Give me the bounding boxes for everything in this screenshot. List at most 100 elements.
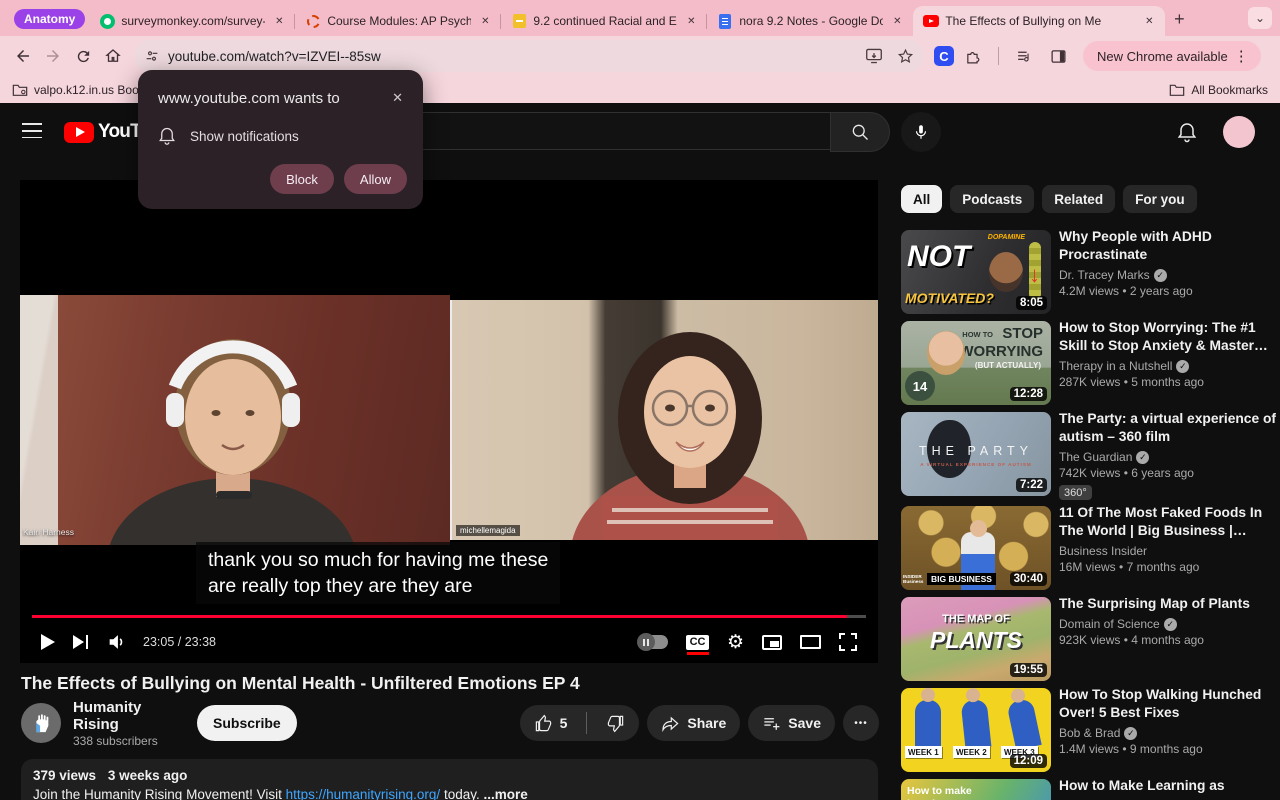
video-thumbnail[interactable]: WEEK 1 WEEK 2 WEEK 3 12:09: [901, 688, 1051, 772]
progress-bar[interactable]: [32, 615, 866, 618]
next-button[interactable]: [64, 624, 97, 660]
cast-icon[interactable]: [865, 48, 883, 64]
tab-group-anatomy[interactable]: Anatomy: [14, 9, 86, 29]
home-button[interactable]: [98, 41, 128, 71]
suggested-video-title[interactable]: How to Stop Worrying: The #1 Skill to St…: [1059, 319, 1280, 355]
suggested-video-title[interactable]: The Party: a virtual experience of autis…: [1059, 410, 1280, 446]
site-settings-icon[interactable]: [144, 48, 160, 64]
chip-podcasts[interactable]: Podcasts: [950, 185, 1035, 213]
show-more-button[interactable]: ...more: [483, 787, 527, 800]
address-bar[interactable]: youtube.com/watch?v=IZVEI--85sw: [134, 40, 924, 72]
tab-close-icon[interactable]: ✕: [683, 13, 699, 29]
video-thumbnail[interactable]: How to make learning as: [901, 779, 1051, 800]
description-link[interactable]: https://humanityrising.org/: [286, 787, 441, 800]
tab-close-icon[interactable]: ✕: [1141, 13, 1157, 29]
suggested-channel[interactable]: Dr. Tracey Marks ✓: [1059, 268, 1280, 282]
suggestion-item[interactable]: INSIDER Business BIG BUSINESS 30:40 11 O…: [901, 504, 1280, 594]
chip-all[interactable]: All: [901, 185, 943, 213]
like-button[interactable]: 5: [520, 705, 580, 741]
bookmark-star-icon[interactable]: [897, 48, 914, 65]
suggestion-item[interactable]: HOW TO STOP WORRYING (BUT ACTUALLY) 14 1…: [901, 319, 1280, 409]
video-thumbnail[interactable]: NOT MOTIVATED? DOPAMINE ↓ 8:05: [901, 230, 1051, 314]
allow-button[interactable]: Allow: [343, 164, 407, 194]
suggested-channel[interactable]: The Guardian ✓: [1059, 450, 1280, 464]
search-input[interactable]: [400, 112, 830, 150]
tab-notes-doc[interactable]: 9.2 continued Racial and Eth ✕: [501, 6, 708, 36]
suggested-video-title[interactable]: The Surprising Map of Plants: [1059, 595, 1280, 613]
duration-badge: 12:28: [1009, 387, 1047, 401]
block-button[interactable]: Block: [270, 164, 334, 194]
tab-youtube-active[interactable]: The Effects of Bullying on Me ✕: [913, 6, 1166, 36]
share-button[interactable]: Share: [647, 705, 741, 741]
theater-mode-button[interactable]: [791, 624, 830, 660]
video-thumbnail[interactable]: THE PARTY A VIRTUAL EXPERIENCE OF AUTISM…: [901, 412, 1051, 496]
chrome-update-button[interactable]: New Chrome available ⋮: [1083, 41, 1261, 71]
tab-close-icon[interactable]: ✕: [271, 13, 287, 29]
suggestion-item[interactable]: THE MAP OF PLANTS 19:55 The Surprising M…: [901, 595, 1280, 685]
youtube-favicon: [923, 13, 940, 29]
thumbnail-text: (BUT ACTUALLY): [974, 361, 1041, 370]
forward-button[interactable]: [38, 41, 68, 71]
channel-name[interactable]: Humanity Rising: [73, 699, 189, 733]
suggested-channel[interactable]: Domain of Science ✓: [1059, 617, 1280, 631]
search-button[interactable]: [830, 112, 890, 152]
suggested-video-title[interactable]: Why People with ADHD Procrastinate: [1059, 228, 1280, 264]
all-bookmarks-folder[interactable]: All Bookmarks: [1169, 83, 1268, 97]
dislike-button[interactable]: [594, 705, 639, 741]
tab-search-button[interactable]: ⌄: [1248, 7, 1272, 29]
new-tab-button[interactable]: +: [1165, 5, 1193, 33]
tab-google-docs[interactable]: nora 9.2 Notes - Google Docs ✕: [707, 6, 913, 36]
reading-list-icon[interactable]: [1009, 41, 1039, 71]
voice-search-button[interactable]: [901, 112, 941, 152]
tab-close-icon[interactable]: ✕: [477, 13, 493, 29]
url-text[interactable]: youtube.com/watch?v=IZVEI--85sw: [168, 49, 865, 64]
video-title: The Effects of Bullying on Mental Health…: [21, 673, 580, 693]
canvas-favicon: [305, 13, 321, 29]
back-button[interactable]: [8, 41, 38, 71]
video-thumbnail[interactable]: INSIDER Business BIG BUSINESS 30:40: [901, 506, 1051, 590]
duration-badge: 7:22: [1015, 478, 1047, 492]
suggested-meta: 16M views • 7 months ago: [1059, 560, 1200, 574]
suggested-channel[interactable]: Therapy in a Nutshell ✓: [1059, 359, 1280, 373]
save-button[interactable]: Save: [748, 705, 835, 741]
chip-related[interactable]: Related: [1042, 185, 1116, 213]
suggested-channel[interactable]: Business Insider: [1059, 544, 1280, 558]
video-actions: 5 Share Save •••: [519, 705, 879, 741]
extensions-puzzle-icon[interactable]: [958, 41, 988, 71]
suggested-video-title[interactable]: How to Make Learning as: [1059, 777, 1280, 795]
more-actions-button[interactable]: •••: [843, 705, 879, 741]
video-player[interactable]: Kairi Harness michellemagida thank you s…: [20, 180, 878, 663]
side-panel-icon[interactable]: [1043, 41, 1073, 71]
subscribe-button[interactable]: Subscribe: [197, 705, 297, 741]
guide-menu-icon[interactable]: [22, 123, 42, 139]
autoplay-toggle[interactable]: [629, 624, 677, 660]
chip-for-you[interactable]: For you: [1123, 185, 1197, 213]
tab-surveymonkey[interactable]: surveymonkey.com/survey-ta ✕: [89, 6, 296, 36]
play-button[interactable]: [32, 624, 64, 660]
suggestion-item[interactable]: NOT MOTIVATED? DOPAMINE ↓ 8:05 Why Peopl…: [901, 228, 1280, 318]
account-avatar[interactable]: [1223, 116, 1255, 148]
dialog-close-icon[interactable]: ✕: [388, 88, 407, 108]
video-thumbnail[interactable]: THE MAP OF PLANTS 19:55: [901, 597, 1051, 681]
clever-extension-icon[interactable]: C: [934, 46, 954, 66]
volume-button[interactable]: [97, 624, 137, 660]
notifications-bell-icon[interactable]: [1175, 120, 1199, 144]
tab-canvas-modules[interactable]: Course Modules: AP Psycholo ✕: [295, 6, 502, 36]
suggested-video-title[interactable]: How To Stop Walking Hunched Over! 5 Best…: [1059, 686, 1280, 722]
tab-close-icon[interactable]: ✕: [889, 13, 905, 29]
thumbnail-text: THE MAP OF: [942, 613, 1010, 625]
reload-button[interactable]: [68, 41, 98, 71]
description-box[interactable]: 379 views 3 weeks ago Join the Humanity …: [21, 759, 878, 800]
video-thumbnail[interactable]: HOW TO STOP WORRYING (BUT ACTUALLY) 14 1…: [901, 321, 1051, 405]
channel-avatar[interactable]: [21, 703, 61, 743]
suggested-channel[interactable]: Bob & Brad ✓: [1059, 726, 1280, 740]
suggestion-item[interactable]: How to make learning as How to Make Lear…: [901, 777, 1280, 800]
suggestion-item[interactable]: WEEK 1 WEEK 2 WEEK 3 12:09 How To Stop W…: [901, 686, 1280, 776]
browser-menu-icon[interactable]: ⋮: [1228, 47, 1255, 65]
miniplayer-button[interactable]: [753, 624, 791, 660]
settings-button[interactable]: ⚙: [718, 624, 753, 660]
captions-button[interactable]: CC: [677, 624, 718, 660]
suggestion-item[interactable]: THE PARTY A VIRTUAL EXPERIENCE OF AUTISM…: [901, 410, 1280, 500]
fullscreen-button[interactable]: [830, 624, 866, 660]
suggested-video-title[interactable]: 11 Of The Most Faked Foods In The World …: [1059, 504, 1280, 540]
